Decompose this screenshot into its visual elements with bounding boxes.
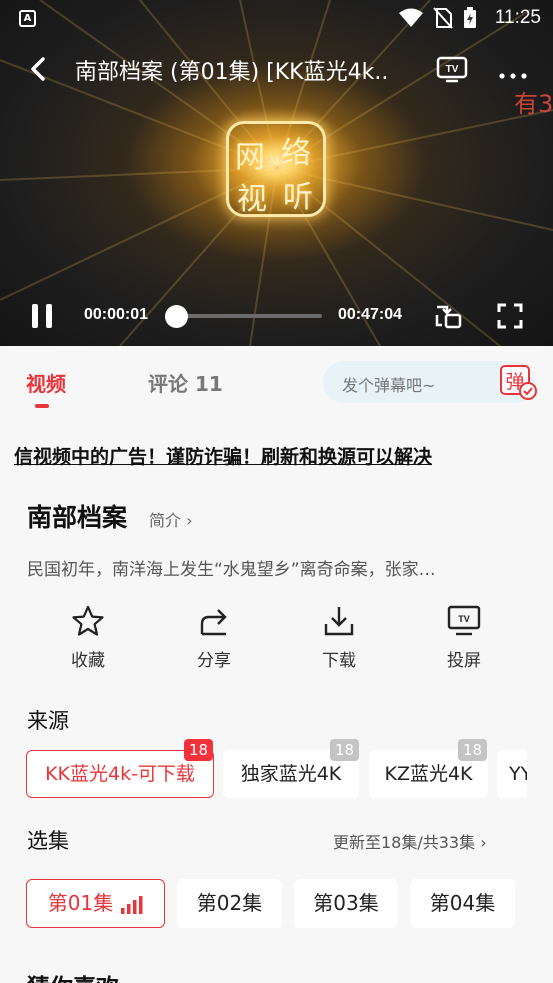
svg-text:TV: TV [446,64,459,75]
tv-cast-icon[interactable]: TV [435,54,469,84]
floating-ad-text: 有3 [514,90,553,118]
episode-label: 第03集 [313,891,379,915]
action-label: 下载 [322,651,356,671]
battery-charging-icon [464,7,476,28]
content-tabs: 视频 评论 11 发个弹幕吧~ 弹 [0,346,553,418]
share-icon [200,609,227,636]
action-label: 分享 [197,651,231,671]
source-list: KK蓝光4k-可下载 独家蓝光4K KZ蓝光4K YY [26,750,527,798]
recommend-title: 猜你喜欢 [27,968,119,983]
episode-label: 第02集 [196,891,263,915]
scrolling-notice: 信视频中的广告！谨防诈骗！刷新和换源可以解决 [0,418,553,490]
tv-cast-icon: TV [447,605,481,636]
notice-text: 信视频中的广告！谨防诈骗！刷新和换源可以解决 [14,446,433,468]
logo-char: 听 [283,180,313,215]
episode-item[interactable]: 第02集 [177,879,282,928]
video-player[interactable]: A 11:25 南部档案 (第01集) [KK蓝光4k.. TV 有3 网 络 … [0,0,553,346]
source-label: KZ蓝光4K [384,763,473,785]
episode-label: 第04集 [429,891,496,915]
cast-button[interactable]: TV 投屏 [424,604,504,674]
wifi-icon [399,8,423,27]
svg-text:TV: TV [458,614,470,624]
danmu-placeholder: 发个弹幕吧~ [342,376,436,395]
more-options-icon[interactable] [496,56,530,82]
episode-item[interactable]: 第03集 [294,879,398,928]
episode-count-badge: 18 [458,739,488,761]
tab-comments[interactable]: 评论 11 [148,368,223,397]
back-arrow-icon[interactable] [22,52,56,86]
download-button[interactable]: 下载 [299,604,379,674]
tab-video[interactable]: 视频 [26,368,66,397]
source-label: KK蓝光4k-可下载 [45,763,195,785]
episode-item[interactable]: 第01集 [26,879,165,928]
show-title: 南部档案 [27,503,128,532]
episode-count-badge: 18 [330,739,360,761]
now-playing-icon [121,895,143,914]
favorite-button[interactable]: 收藏 [48,604,128,674]
source-label: YY [509,763,527,785]
active-tab-indicator [35,404,49,408]
action-label: 收藏 [71,651,105,671]
share-button[interactable]: 分享 [174,604,254,674]
logo-char: 网 [235,140,265,175]
episode-list: 第01集 第02集 第03集 第04集 [26,879,536,929]
download-icon [324,607,354,636]
app-notification-icon: A [19,10,36,27]
pause-button[interactable] [30,304,56,330]
source-chip-yy[interactable]: YY [497,750,527,798]
episode-count-badge: 18 [184,739,214,761]
action-label: 投屏 [447,651,481,671]
status-bar: A 11:25 [0,0,553,36]
sources-title: 来源 [27,709,69,733]
logo-char: 视 [237,182,267,217]
watermark-logo: 网 络 视 听 [226,121,326,217]
player-controls: 00:00:01 00:47:04 [0,296,553,336]
player-top-bar: 南部档案 (第01集) [KK蓝光4k.. TV 有3 [0,44,553,118]
episode-item[interactable]: 第04集 [410,879,515,928]
fullscreen-icon[interactable] [496,302,524,330]
seek-bar[interactable] [170,314,322,318]
danmu-toggle-icon[interactable]: 弹 [499,364,539,402]
logo-char: 络 [281,136,311,171]
episodes-more-link[interactable]: 更新至18集/共33集 › [333,829,487,853]
action-bar: 收藏 分享 下载 TV 投屏 [0,604,553,674]
synopsis-text[interactable]: 民国初年，南洋海上发生“水鬼望乡”离奇命案，张家… [27,555,497,580]
episode-label: 第01集 [47,891,114,915]
episodes-title: 选集 [27,829,69,853]
total-time: 00:47:04 [338,306,403,323]
seek-handle[interactable] [165,305,188,328]
current-time: 00:00:01 [84,306,149,323]
clock: 11:25 [494,7,541,28]
source-label: 独家蓝光4K [240,763,342,785]
video-title: 南部档案 (第01集) [KK蓝光4k.. [75,60,389,85]
no-sim-icon [433,7,453,29]
intro-link[interactable]: 简介 › [149,507,193,531]
rotate-screen-icon[interactable] [433,301,465,333]
star-icon [72,605,104,636]
